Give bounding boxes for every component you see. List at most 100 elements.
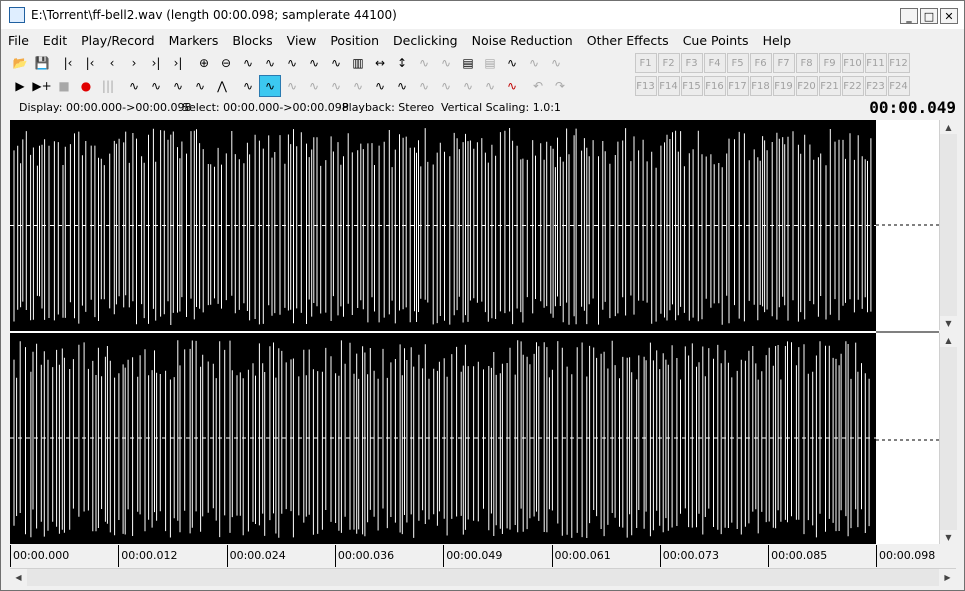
function-key-f2[interactable]: F2 <box>657 53 680 73</box>
level-meter-icon[interactable]: ||| <box>97 75 119 97</box>
function-key-f5[interactable]: F5 <box>726 53 749 73</box>
scroll-left-icon[interactable]: ◀ <box>10 569 27 586</box>
dehiss-icon[interactable]: ∿ <box>281 75 303 97</box>
function-key-f11[interactable]: F11 <box>864 53 887 73</box>
record-icon[interactable]: ● <box>75 75 97 97</box>
marker-prev-icon[interactable]: |‹ <box>79 52 101 74</box>
vertical-scrollbar-left-channel[interactable]: ▲ ▼ <box>939 120 957 330</box>
open-icon[interactable]: 📂 <box>9 52 31 74</box>
filter-a-icon[interactable]: ∿ <box>413 52 435 74</box>
declick-icon[interactable]: ∿ <box>237 75 259 97</box>
filter-b-icon[interactable]: ∿ <box>435 52 457 74</box>
noise-profile-icon[interactable]: ∿ <box>325 75 347 97</box>
function-key-f24[interactable]: F24 <box>887 76 910 96</box>
minimize-button[interactable]: _ <box>900 8 918 24</box>
fade-in-icon[interactable]: ∿ <box>123 75 145 97</box>
analyse-icon[interactable]: ∿ <box>369 75 391 97</box>
amplify-icon[interactable]: ∿ <box>167 75 189 97</box>
waveform-view[interactable] <box>10 120 876 544</box>
normalize-icon[interactable]: ∿ <box>189 75 211 97</box>
menu-edit[interactable]: Edit <box>36 33 74 48</box>
menu-help[interactable]: Help <box>756 33 799 48</box>
function-key-f4[interactable]: F4 <box>703 53 726 73</box>
function-key-f6[interactable]: F6 <box>749 53 772 73</box>
menu-cue-points[interactable]: Cue Points <box>676 33 756 48</box>
ramp-d-icon[interactable]: ∿ <box>479 75 501 97</box>
function-key-f16[interactable]: F16 <box>703 76 726 96</box>
paste-wave-icon[interactable]: ▤ <box>457 52 479 74</box>
wave-gray-a-icon[interactable]: ∿ <box>523 52 545 74</box>
menu-markers[interactable]: Markers <box>162 33 226 48</box>
noise-filter-icon[interactable]: ∿ <box>347 75 369 97</box>
wave-marker-icon[interactable]: ∿ <box>281 52 303 74</box>
undo-icon[interactable]: ↶ <box>527 75 549 97</box>
horizontal-scrollbar[interactable]: ◀ ▶ <box>10 568 956 586</box>
wave-edit-icon[interactable]: ∿ <box>303 52 325 74</box>
function-key-f19[interactable]: F19 <box>772 76 795 96</box>
menu-file[interactable]: File <box>1 33 36 48</box>
zoom-wave-icon[interactable]: ∿ <box>237 52 259 74</box>
wave-gray-b-icon[interactable]: ∿ <box>545 52 567 74</box>
marker-next-icon[interactable]: ›| <box>145 52 167 74</box>
scroll-right-icon[interactable]: ▶ <box>939 569 956 586</box>
mark-click-icon[interactable]: ∿ <box>501 75 523 97</box>
go-end-icon[interactable]: ›| <box>167 52 189 74</box>
scroll-down-icon[interactable]: ▼ <box>940 530 957 544</box>
scroll-down-icon[interactable]: ▼ <box>940 316 957 330</box>
function-key-f20[interactable]: F20 <box>795 76 818 96</box>
function-key-f10[interactable]: F10 <box>841 53 864 73</box>
function-key-f8[interactable]: F8 <box>795 53 818 73</box>
function-key-f1[interactable]: F1 <box>634 53 657 73</box>
menu-declicking[interactable]: Declicking <box>386 33 465 48</box>
zoom-out-icon[interactable]: ⊖ <box>215 52 237 74</box>
step-forward-icon[interactable]: › <box>123 52 145 74</box>
function-key-f17[interactable]: F17 <box>726 76 749 96</box>
mix-wave-icon[interactable]: ▤ <box>479 52 501 74</box>
go-start-icon[interactable]: |‹ <box>57 52 79 74</box>
wave-peak-icon[interactable]: ∿ <box>325 52 347 74</box>
function-key-f13[interactable]: F13 <box>634 76 657 96</box>
horizontal-span-icon[interactable]: ↔ <box>369 52 391 74</box>
function-key-f15[interactable]: F15 <box>680 76 703 96</box>
noise-gate-icon[interactable]: ∿ <box>303 75 325 97</box>
maximize-button[interactable]: □ <box>920 8 938 24</box>
step-back-icon[interactable]: ‹ <box>101 52 123 74</box>
scroll-up-icon[interactable]: ▲ <box>940 333 957 347</box>
menu-blocks[interactable]: Blocks <box>225 33 279 48</box>
menu-view[interactable]: View <box>280 33 324 48</box>
wave-add-icon[interactable]: ∿ <box>501 52 523 74</box>
peak-icon[interactable]: ⋀ <box>211 75 233 97</box>
spectral-icon[interactable]: ∿ <box>391 75 413 97</box>
function-key-f9[interactable]: F9 <box>818 53 841 73</box>
fade-out-icon[interactable]: ∿ <box>145 75 167 97</box>
play-icon[interactable]: ▶ <box>9 75 31 97</box>
function-key-f7[interactable]: F7 <box>772 53 795 73</box>
stop-icon[interactable]: ■ <box>53 75 75 97</box>
function-key-f22[interactable]: F22 <box>841 76 864 96</box>
function-key-f14[interactable]: F14 <box>657 76 680 96</box>
waveform-canvas[interactable] <box>10 120 876 544</box>
wave-view-icon[interactable]: ∿ <box>259 52 281 74</box>
save-icon[interactable]: 💾 <box>31 52 53 74</box>
ramp-c-icon[interactable]: ∿ <box>457 75 479 97</box>
function-key-f18[interactable]: F18 <box>749 76 772 96</box>
redo-icon[interactable]: ↷ <box>549 75 571 97</box>
vertical-scrollbar-right-channel[interactable]: ▲ ▼ <box>939 333 957 544</box>
function-key-f21[interactable]: F21 <box>818 76 841 96</box>
menu-position[interactable]: Position <box>323 33 386 48</box>
declick-active-icon[interactable]: ∿ <box>259 75 281 97</box>
close-button[interactable]: ✕ <box>940 8 958 24</box>
ramp-a-icon[interactable]: ∿ <box>413 75 435 97</box>
ramp-b-icon[interactable]: ∿ <box>435 75 457 97</box>
function-key-f23[interactable]: F23 <box>864 76 887 96</box>
vertical-span-icon[interactable]: ↕ <box>391 52 413 74</box>
function-key-f12[interactable]: F12 <box>887 53 910 73</box>
menu-play-record[interactable]: Play/Record <box>74 33 161 48</box>
zoom-in-icon[interactable]: ⊕ <box>193 52 215 74</box>
function-key-f3[interactable]: F3 <box>680 53 703 73</box>
play-plus-icon[interactable]: ▶+ <box>31 75 53 97</box>
menu-other-effects[interactable]: Other Effects <box>580 33 676 48</box>
scroll-up-icon[interactable]: ▲ <box>940 120 957 134</box>
spectrum-icon[interactable]: ▥ <box>347 52 369 74</box>
menu-noise-reduction[interactable]: Noise Reduction <box>465 33 580 48</box>
